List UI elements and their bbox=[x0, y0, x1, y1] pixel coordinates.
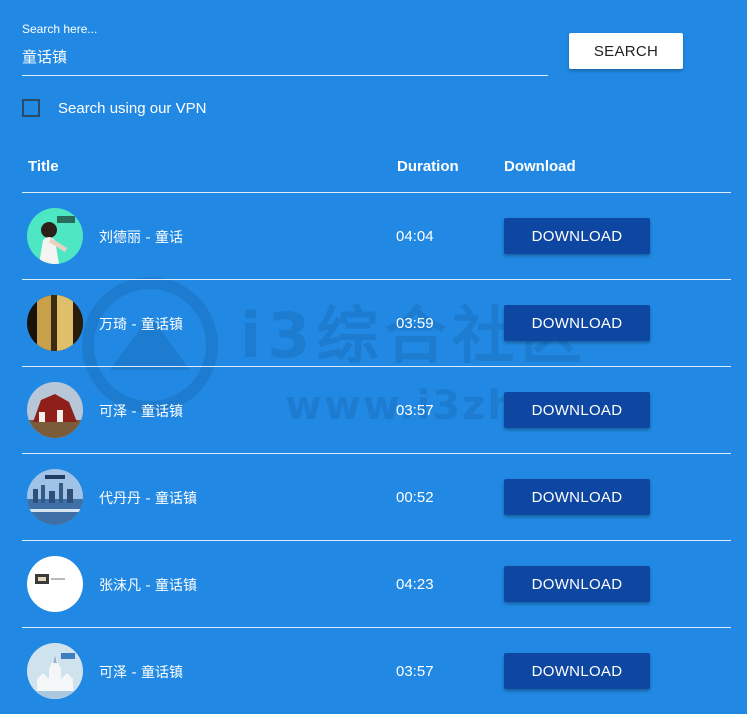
search-button[interactable]: SEARCH bbox=[569, 33, 683, 69]
vpn-label: Search using our VPN bbox=[58, 99, 207, 117]
song-duration: 03:59 bbox=[396, 315, 434, 332]
song-title: 万琦 - 童话镇 bbox=[99, 317, 183, 333]
table-row: 刘德丽 - 童话 04:04 DOWNLOAD bbox=[22, 193, 731, 280]
album-cover-white-card-icon bbox=[27, 556, 83, 612]
column-header-download: Download bbox=[504, 158, 576, 175]
table-row: 万琦 - 童话镇 03:59 DOWNLOAD bbox=[22, 280, 731, 367]
search-label: Search here... bbox=[22, 22, 98, 36]
song-title: 刘德丽 - 童话 bbox=[99, 230, 183, 246]
download-button[interactable]: DOWNLOAD bbox=[504, 479, 650, 515]
table-row: 可泽 - 童话镇 03:57 DOWNLOAD bbox=[22, 367, 731, 454]
search-field[interactable]: Search here... bbox=[22, 20, 548, 76]
column-header-duration: Duration bbox=[397, 158, 459, 175]
table-header: Title Duration Download bbox=[22, 150, 731, 193]
song-duration: 00:52 bbox=[396, 489, 434, 506]
song-title: 可泽 - 童话镇 bbox=[99, 665, 183, 681]
album-cover-castle-icon bbox=[27, 643, 83, 699]
table-row: 张沫凡 - 童话镇 04:23 DOWNLOAD bbox=[22, 541, 731, 628]
download-button[interactable]: DOWNLOAD bbox=[504, 653, 650, 689]
song-title: 代丹丹 - 童话镇 bbox=[99, 491, 197, 507]
song-duration: 04:04 bbox=[396, 228, 434, 245]
vpn-checkbox[interactable] bbox=[22, 99, 40, 117]
download-button[interactable]: DOWNLOAD bbox=[504, 392, 650, 428]
song-title: 可泽 - 童话镇 bbox=[99, 404, 183, 420]
table-row: 代丹丹 - 童话镇 00:52 DOWNLOAD bbox=[22, 454, 731, 541]
download-button[interactable]: DOWNLOAD bbox=[504, 566, 650, 602]
album-cover-city-skyline-icon bbox=[27, 469, 83, 525]
download-button[interactable]: DOWNLOAD bbox=[504, 305, 650, 341]
album-cover-red-house-icon bbox=[27, 382, 83, 438]
song-duration: 03:57 bbox=[396, 402, 434, 419]
song-duration: 04:23 bbox=[396, 576, 434, 593]
download-button[interactable]: DOWNLOAD bbox=[504, 218, 650, 254]
song-duration: 03:57 bbox=[396, 663, 434, 680]
album-cover-gold-curtain-icon bbox=[27, 295, 83, 351]
song-title: 张沫凡 - 童话镇 bbox=[99, 578, 197, 594]
album-cover-teal-portrait-icon bbox=[27, 208, 83, 264]
search-input[interactable] bbox=[22, 44, 542, 68]
vpn-option[interactable]: Search using our VPN bbox=[22, 98, 206, 118]
column-header-title: Title bbox=[28, 158, 59, 175]
table-row: 可泽 - 童话镇 03:57 DOWNLOAD bbox=[22, 628, 731, 714]
